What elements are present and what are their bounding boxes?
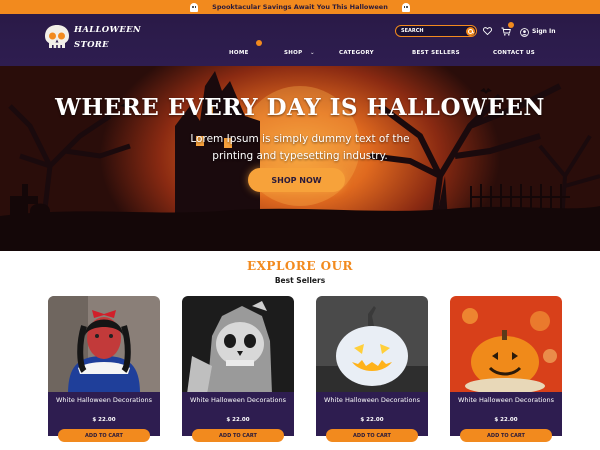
hero-subtitle: Lorem Ipsum is simply dummy text of the … [190, 133, 410, 162]
user-icon [520, 22, 529, 41]
sign-in-label: Sign In [532, 27, 556, 35]
hero-banner: WHERE EVERY DAY IS HALLOWEEN Lorem Ipsum… [0, 66, 600, 251]
shop-now-button[interactable]: SHOP NOW [248, 168, 345, 192]
search-icon[interactable] [466, 26, 475, 36]
sign-in-link[interactable]: Sign In [520, 25, 556, 37]
product-name[interactable]: White Halloween Decorations [186, 395, 290, 405]
search-box[interactable] [395, 25, 477, 37]
ghost-icon [190, 2, 199, 12]
product-image[interactable] [182, 296, 294, 394]
search-input[interactable] [396, 28, 464, 34]
announcement-text: Spooktacular Savings Await You This Hall… [212, 3, 388, 11]
product-name[interactable]: White Halloween Decorations [454, 395, 558, 405]
logo-line1: HALLOWEEN [74, 25, 141, 35]
section-subheading: Best Sellers [274, 276, 326, 285]
product-image[interactable] [450, 296, 562, 394]
cart-badge [508, 22, 514, 28]
add-to-cart-button[interactable]: ADD TO CART [192, 429, 284, 442]
chevron-down-icon[interactable]: ⌄ [310, 50, 315, 56]
main-nav: HOME SHOP ⌄ CATEGORY BEST SELLERS CONTAC… [0, 50, 600, 60]
nav-shop[interactable]: SHOP [284, 50, 302, 56]
skull-icon [44, 24, 70, 52]
cart-icon[interactable] [500, 22, 514, 37]
hero-title: WHERE EVERY DAY IS HALLOWEEN [55, 94, 545, 121]
section-heading: EXPLORE OUR [246, 259, 354, 273]
product-name[interactable]: White Halloween Decorations [320, 395, 424, 405]
product-price: $ 22.00 [494, 417, 518, 423]
product-image[interactable] [48, 296, 160, 394]
product-card[interactable]: White Halloween Decorations $ 22.00 ADD … [316, 296, 428, 442]
product-price: $ 22.00 [360, 417, 384, 423]
product-card[interactable]: White Halloween Decorations $ 22.00 ADD … [182, 296, 294, 442]
store-logo[interactable]: HALLOWEEN STORE [44, 23, 141, 53]
nav-decoration [256, 40, 262, 46]
product-name[interactable]: White Halloween Decorations [52, 395, 156, 405]
add-to-cart-button[interactable]: ADD TO CART [326, 429, 418, 442]
product-image[interactable] [316, 296, 428, 394]
product-card[interactable]: White Halloween Decorations $ 22.00 ADD … [48, 296, 160, 442]
logo-text: HALLOWEEN STORE [74, 23, 141, 53]
product-card[interactable]: White Halloween Decorations $ 22.00 ADD … [450, 296, 562, 442]
heart-icon[interactable] [481, 25, 493, 37]
add-to-cart-button[interactable]: ADD TO CART [58, 429, 150, 442]
ghost-icon [401, 2, 410, 12]
announcement-bar: Spooktacular Savings Await You This Hall… [0, 0, 600, 14]
product-price: $ 22.00 [92, 417, 116, 423]
nav-best-sellers[interactable]: BEST SELLERS [412, 50, 460, 56]
product-price: $ 22.00 [226, 417, 250, 423]
nav-home[interactable]: HOME [229, 50, 249, 56]
nav-contact-us[interactable]: CONTACT US [493, 50, 535, 56]
site-header: HALLOWEEN STORE Sign In HOME SHOP ⌄ CATE… [0, 14, 600, 66]
nav-category[interactable]: CATEGORY [339, 50, 374, 56]
add-to-cart-button[interactable]: ADD TO CART [460, 429, 552, 442]
